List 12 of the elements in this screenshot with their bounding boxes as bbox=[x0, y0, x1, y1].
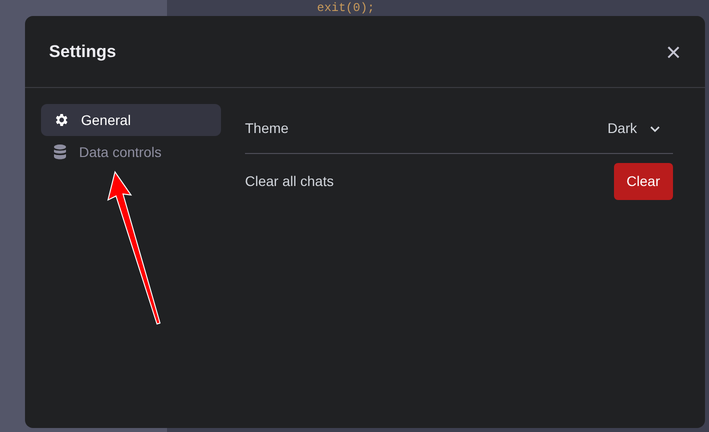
theme-dropdown[interactable]: Dark bbox=[595, 118, 673, 139]
dialog-title: Settings bbox=[49, 40, 116, 63]
chevron-down-icon bbox=[649, 124, 661, 132]
database-icon bbox=[53, 144, 67, 160]
setting-label: Clear all chats bbox=[245, 172, 334, 190]
clear-button[interactable]: Clear bbox=[614, 162, 673, 200]
sidebar-tab[interactable]: General bbox=[41, 104, 221, 136]
close-button[interactable]: × bbox=[666, 38, 681, 64]
setting-label: Theme bbox=[245, 119, 289, 138]
sidebar-tab[interactable]: Data controls bbox=[41, 136, 221, 168]
gear-icon bbox=[53, 112, 69, 128]
code-line: exit(0); bbox=[317, 0, 375, 16]
